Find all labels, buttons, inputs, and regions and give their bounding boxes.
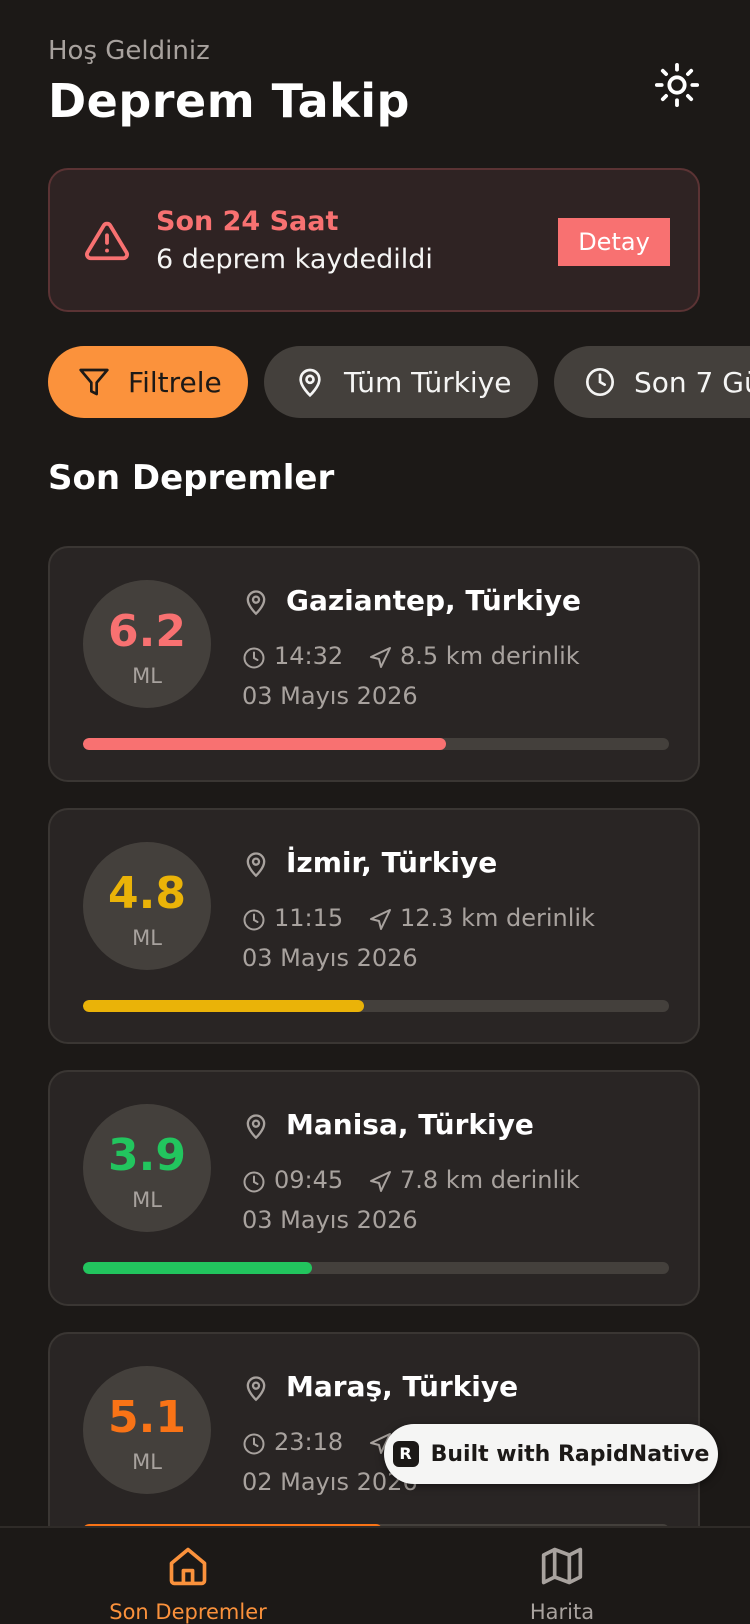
navigation-arrow-icon [368, 908, 392, 936]
location-pin-icon [242, 588, 270, 620]
quake-date: 03 Mayıs 2026 [242, 944, 418, 972]
quake-time: 14:32 [274, 642, 344, 670]
quake-depth: 12.3 km derinlik [400, 904, 595, 932]
magnitude-bar [83, 738, 669, 750]
rapidnative-badge[interactable]: R Built with RapidNative [384, 1424, 718, 1484]
magnitude-value: 3.9 [108, 1130, 186, 1181]
quake-card[interactable]: 3.9 ML Manisa, Türkiye 09:45 7.8 km derinlik… [48, 1070, 700, 1306]
alert-title: Son 24 Saat [156, 206, 339, 237]
detail-button[interactable]: Detay [558, 218, 670, 266]
nav-item-recent-quakes[interactable]: Son Depremler [68, 1528, 308, 1624]
filter-chips: Filtrele Tüm Türkiye Son 7 Gün [48, 346, 750, 418]
quake-location: Maraş, Türkiye [286, 1370, 519, 1403]
region-chip-label: Tüm Türkiye [344, 365, 512, 399]
magnitude-circle: 6.2 ML [83, 580, 211, 708]
magnitude-bar-fill [83, 1000, 365, 1012]
greeting-text: Hoş Geldiniz [48, 36, 210, 66]
magnitude-unit: ML [132, 926, 162, 950]
section-title: Son Depremler [48, 458, 335, 498]
magnitude-circle: 4.8 ML [83, 842, 211, 970]
magnitude-value: 4.8 [108, 868, 186, 919]
clock-icon [242, 646, 266, 674]
magnitude-value: 6.2 [108, 606, 186, 657]
magnitude-bar-fill [83, 1262, 312, 1274]
clock-icon [242, 1170, 266, 1198]
map-icon [541, 1547, 583, 1585]
home-icon [169, 1547, 207, 1586]
location-pin-icon [242, 850, 270, 882]
magnitude-circle: 5.1 ML [83, 1366, 211, 1494]
magnitude-bar [83, 1262, 669, 1274]
magnitude-unit: ML [132, 1450, 162, 1474]
quake-location: Gaziantep, Türkiye [286, 584, 582, 617]
app-title: Deprem Takip [48, 74, 410, 128]
magnitude-bar [83, 1000, 669, 1012]
filter-icon [79, 368, 109, 396]
location-pin-icon [242, 1112, 270, 1144]
quake-time: 09:45 [274, 1166, 344, 1194]
location-pin-icon [242, 1374, 270, 1406]
badge-label: Built with RapidNative [430, 1441, 710, 1467]
filter-chip-label: Filtrele [128, 365, 222, 399]
warning-icon [85, 221, 129, 261]
quake-depth: 7.8 km derinlik [400, 1166, 580, 1194]
filter-chip[interactable]: Filtrele [48, 346, 248, 418]
clock-icon [242, 908, 266, 936]
quake-date: 03 Mayıs 2026 [242, 682, 418, 710]
nav-label-map: Harita [529, 1600, 595, 1624]
clock-icon [242, 1432, 266, 1460]
magnitude-value: 5.1 [108, 1392, 186, 1443]
quake-card[interactable]: 4.8 ML İzmir, Türkiye 11:15 12.3 km derinlik… [48, 808, 700, 1044]
page: Hoş Geldiniz Deprem Takip Son 24 Saat 6 … [0, 0, 750, 1624]
quake-location: İzmir, Türkiye [286, 846, 498, 879]
time-range-chip[interactable]: Son 7 Gün [554, 346, 750, 418]
alert-subtitle: 6 deprem kaydedildi [156, 244, 433, 275]
sun-icon [654, 62, 700, 108]
bottom-navigation: Son Depremler Harita [0, 1526, 750, 1624]
navigation-arrow-icon [368, 646, 392, 674]
quake-card[interactable]: 6.2 ML Gaziantep, Türkiye 14:32 8.5 km derin… [48, 546, 700, 782]
quake-date: 03 Mayıs 2026 [242, 1206, 418, 1234]
quake-time: 11:15 [274, 904, 344, 932]
quake-time: 23:18 [274, 1428, 344, 1456]
nav-label-recent-quakes: Son Depremler [109, 1600, 267, 1624]
magnitude-bar-fill [83, 738, 447, 750]
theme-toggle-button[interactable] [652, 60, 702, 110]
quake-location: Manisa, Türkiye [286, 1108, 534, 1141]
time-range-chip-label: Son 7 Gün [634, 365, 750, 399]
alert-banner: Son 24 Saat 6 deprem kaydedildi Detay [48, 168, 700, 312]
magnitude-unit: ML [132, 1188, 162, 1212]
quake-depth: 8.5 km derinlik [400, 642, 580, 670]
rapidnative-logo-icon: R [392, 1441, 419, 1467]
magnitude-unit: ML [132, 664, 162, 688]
region-chip[interactable]: Tüm Türkiye [264, 346, 538, 418]
clock-icon [586, 368, 614, 396]
location-pin-icon [299, 368, 321, 398]
magnitude-circle: 3.9 ML [83, 1104, 211, 1232]
nav-item-map[interactable]: Harita [442, 1528, 682, 1624]
navigation-arrow-icon [368, 1170, 392, 1198]
